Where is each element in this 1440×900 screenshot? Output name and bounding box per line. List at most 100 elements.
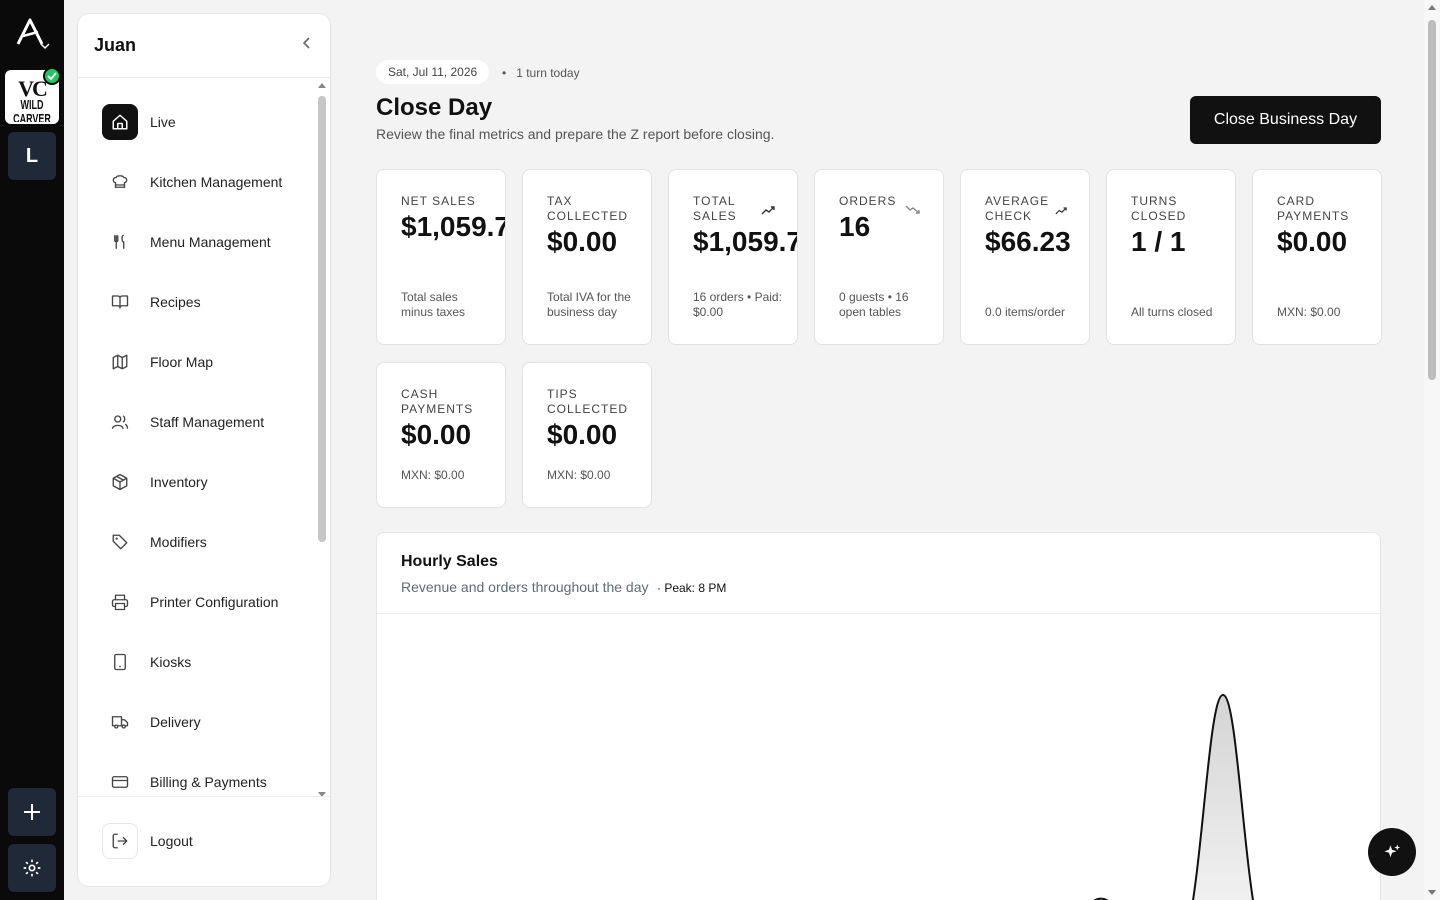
sidebar-item-label: Billing & Payments bbox=[150, 774, 267, 790]
tag-icon bbox=[102, 524, 138, 560]
page-scroll-thumb[interactable] bbox=[1428, 20, 1436, 380]
metric-value: 16 bbox=[839, 211, 871, 242]
metric-value: $0.00 bbox=[547, 226, 618, 257]
collapse-sidebar-icon[interactable] bbox=[300, 36, 314, 55]
metric-label: Tax Collected bbox=[547, 194, 629, 223]
metric-card-card-payments: Card Payments $0.00 MXN: $0.00 bbox=[1252, 169, 1382, 345]
sidebar-item-kiosks[interactable]: Kiosks bbox=[78, 632, 318, 692]
sidebar-item-label: Delivery bbox=[150, 714, 201, 730]
sidebar-item-printer-configuration[interactable]: Printer Configuration bbox=[78, 572, 318, 632]
metric-note: MXN: $0.00 bbox=[401, 468, 465, 482]
metric-label: Tips Collected bbox=[547, 387, 629, 416]
tablet-icon bbox=[102, 644, 138, 680]
sidebar-item-label: Staff Management bbox=[150, 414, 265, 430]
truck-icon bbox=[102, 704, 138, 740]
sidebar-item-modifiers[interactable]: Modifiers bbox=[78, 512, 318, 572]
page-subtitle: Review the final metrics and prepare the… bbox=[376, 126, 775, 142]
printer-icon bbox=[102, 584, 138, 620]
utensils-icon bbox=[102, 224, 138, 260]
trending-up-icon bbox=[761, 202, 775, 220]
logout-label: Logout bbox=[150, 833, 193, 849]
sidebar-item-label: Inventory bbox=[150, 474, 208, 490]
sparkles-icon bbox=[1384, 844, 1401, 858]
metric-label: Card Payments bbox=[1277, 194, 1350, 223]
turns-text: 1 turn today bbox=[516, 66, 580, 80]
sidebar-scroll-thumb[interactable] bbox=[318, 96, 326, 542]
metric-note: MXN: $0.00 bbox=[547, 468, 611, 482]
metric-value: $1,059.7 bbox=[693, 226, 798, 257]
sidebar-item-staff-management[interactable]: Staff Management bbox=[78, 392, 318, 452]
sidebar-item-live[interactable]: Live bbox=[78, 92, 318, 152]
workspace-button[interactable]: L bbox=[8, 132, 56, 180]
sidebar-item-label: Modifiers bbox=[150, 534, 207, 550]
logout-icon bbox=[102, 823, 138, 859]
sidebar-nav: Live Kitchen Management Menu Management … bbox=[78, 92, 318, 812]
user-name: Juan bbox=[94, 35, 137, 55]
book-open-icon bbox=[102, 284, 138, 320]
ai-assistant-button[interactable] bbox=[1368, 828, 1416, 876]
metric-card-orders: Orders 16 0 guests • 16 open tables bbox=[814, 169, 944, 345]
credit-card-icon bbox=[102, 764, 138, 800]
sidebar-item-label: Live bbox=[150, 114, 176, 130]
metric-note: MXN: $0.00 bbox=[1277, 305, 1341, 319]
metric-label: Net Sales bbox=[401, 194, 476, 208]
close-business-day-button[interactable]: Close Business Day bbox=[1190, 96, 1381, 144]
sidebar-item-floor-map[interactable]: Floor Map bbox=[78, 332, 318, 392]
sidebar-header: Juan bbox=[78, 14, 330, 78]
map-icon bbox=[102, 344, 138, 380]
metric-note: 0 guests • 16 open tables bbox=[839, 290, 909, 319]
sidebar: Juan Live Kitchen Management Menu Manage… bbox=[77, 13, 331, 887]
turns-today: • 1 turn today bbox=[502, 66, 580, 80]
metric-card-net-sales: Net Sales $1,059.7 Total sales minus tax… bbox=[376, 169, 506, 345]
page-scrollbar[interactable] bbox=[1424, 0, 1440, 900]
sidebar-item-inventory[interactable]: Inventory bbox=[78, 452, 318, 512]
hourly-sales-card: Hourly Sales Revenue and orders througho… bbox=[376, 532, 1381, 900]
add-workspace-button[interactable] bbox=[8, 788, 56, 836]
sidebar-item-label: Kiosks bbox=[150, 654, 192, 670]
app-logo-icon[interactable] bbox=[14, 14, 50, 54]
date-badge: Sat, Jul 11, 2026 bbox=[376, 60, 490, 84]
metric-note: 0.0 items/order bbox=[985, 305, 1066, 319]
trending-up-icon bbox=[1055, 202, 1067, 220]
sidebar-item-label: Kitchen Management bbox=[150, 174, 283, 190]
metric-card-tax-collected: Tax Collected $0.00 Total IVA for the bu… bbox=[522, 169, 652, 345]
metric-label: Cash Payments bbox=[401, 387, 474, 416]
metric-card-tips-collected: Tips Collected $0.00 MXN: $0.00 bbox=[522, 362, 652, 508]
hourly-sales-title: Hourly Sales bbox=[401, 553, 498, 570]
sidebar-item-menu-management[interactable]: Menu Management bbox=[78, 212, 318, 272]
metric-card-average-check: Average Check $66.23 0.0 items/order bbox=[960, 169, 1090, 345]
metric-card-cash-payments: Cash Payments $0.00 MXN: $0.00 bbox=[376, 362, 506, 508]
metric-note: Total sales minus taxes bbox=[401, 290, 466, 319]
metric-card-total-sales: Total Sales $1,059.7 16 orders • Paid: $… bbox=[668, 169, 798, 345]
metric-value: $0.00 bbox=[401, 419, 472, 450]
metric-card-turns-closed: Turns Closed 1 / 1 All turns closed bbox=[1106, 169, 1236, 345]
hourly-sales-subtitle: Revenue and orders throughout the day bbox=[401, 579, 649, 595]
home-icon bbox=[102, 104, 138, 140]
settings-button[interactable] bbox=[8, 844, 56, 892]
metric-note: 16 orders • Paid: $0.00 bbox=[693, 290, 782, 319]
metric-note: Total IVA for the business day bbox=[547, 290, 631, 319]
sidebar-item-label: Menu Management bbox=[150, 234, 271, 250]
logout-button[interactable]: Logout bbox=[78, 811, 193, 871]
sidebar-scrollbar[interactable] bbox=[316, 82, 328, 798]
users-icon bbox=[102, 404, 138, 440]
sidebar-item-label: Recipes bbox=[150, 294, 201, 310]
sidebar-item-delivery[interactable]: Delivery bbox=[78, 692, 318, 752]
metric-value: $0.00 bbox=[547, 419, 618, 450]
brand-name: WILD CARVER bbox=[13, 98, 51, 124]
metric-value: $66.23 bbox=[985, 226, 1071, 257]
metric-value: 1 / 1 bbox=[1131, 226, 1186, 257]
hourly-sales-chart bbox=[1093, 693, 1254, 900]
sidebar-item-kitchen-management[interactable]: Kitchen Management bbox=[78, 152, 318, 212]
active-check-icon bbox=[43, 67, 61, 85]
package-icon bbox=[102, 464, 138, 500]
sidebar-item-label: Printer Configuration bbox=[150, 594, 279, 610]
hourly-sales-peak: · Peak: 8 PM bbox=[657, 581, 727, 595]
sidebar-item-label: Floor Map bbox=[150, 354, 214, 370]
metric-value: $1,059.7 bbox=[401, 211, 506, 242]
sidebar-item-recipes[interactable]: Recipes bbox=[78, 272, 318, 332]
divider bbox=[377, 613, 1380, 614]
trending-down-icon bbox=[905, 202, 921, 220]
app-rail: VC WILD CARVER L bbox=[0, 0, 64, 900]
metric-label: Turns Closed bbox=[1131, 194, 1187, 223]
